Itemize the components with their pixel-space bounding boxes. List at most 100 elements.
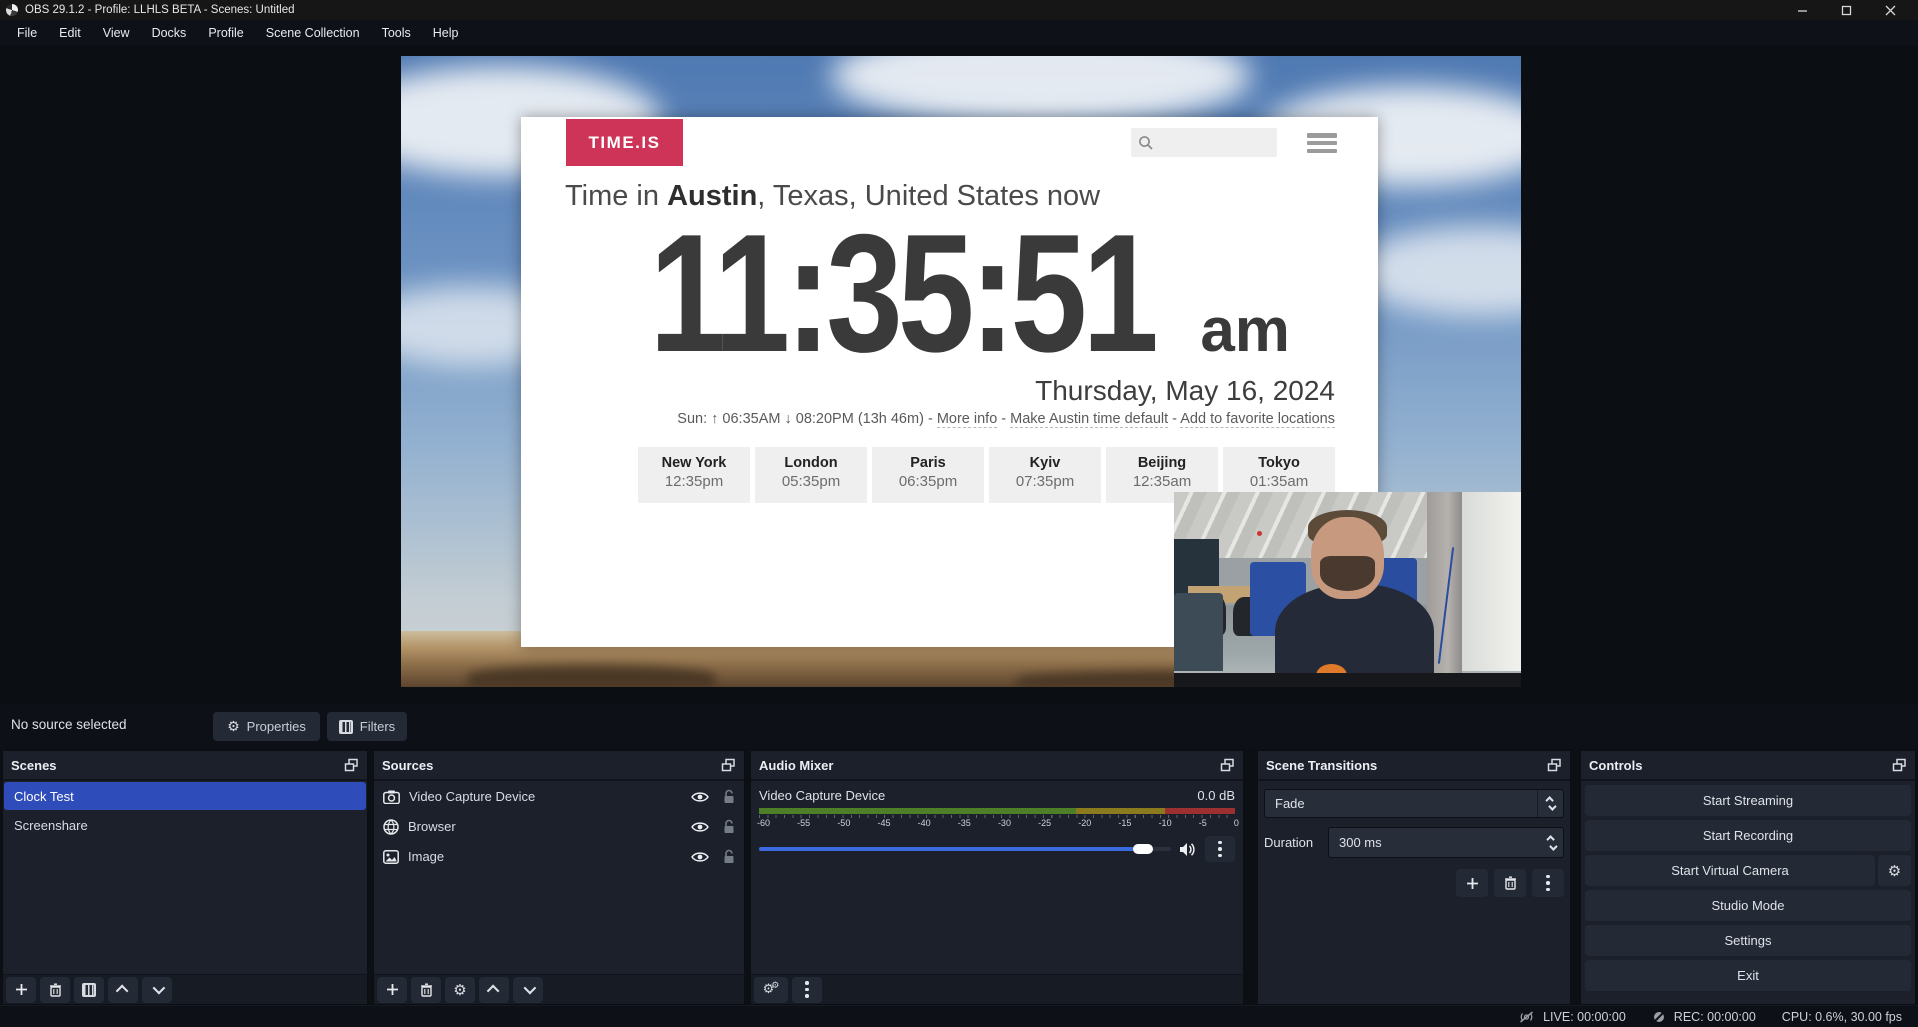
menu-help[interactable]: Help — [422, 20, 470, 47]
source-item-image[interactable]: Image — [375, 842, 743, 871]
source-up-button[interactable] — [479, 977, 509, 1003]
speaker-icon[interactable] — [1179, 842, 1197, 857]
clock-time: 11:35:51 — [650, 209, 1154, 377]
start-virtual-camera-button[interactable]: Start Virtual Camera — [1585, 855, 1875, 886]
visibility-eye-icon[interactable] — [691, 791, 709, 803]
make-default-link[interactable]: Make Austin time default — [1010, 411, 1168, 428]
add-transition-button[interactable] — [1456, 869, 1488, 897]
popout-icon[interactable] — [1892, 758, 1907, 773]
site-logo[interactable]: TIME.IS — [566, 119, 683, 166]
studio-mode-button[interactable]: Studio Mode — [1585, 890, 1911, 921]
desert-shadow — [468, 665, 714, 687]
mixer-channel-label: Video Capture Device — [759, 788, 885, 803]
popout-icon[interactable] — [1547, 758, 1562, 773]
chevron-down-icon — [523, 982, 536, 995]
more-info-link[interactable]: More info — [937, 411, 997, 428]
scene-filters-button[interactable] — [74, 977, 104, 1003]
window-title: OBS 29.1.2 - Profile: LLHLS BETA - Scene… — [25, 4, 295, 16]
kebab-icon — [1218, 841, 1222, 858]
transitions-body: Fade Duration 300 ms — [1258, 781, 1570, 1004]
transitions-header[interactable]: Scene Transitions — [1258, 751, 1570, 781]
lock-open-icon[interactable] — [723, 789, 735, 804]
remove-transition-button[interactable] — [1494, 869, 1526, 897]
filters-button[interactable]: Filters — [327, 712, 407, 741]
visibility-eye-icon[interactable] — [691, 851, 709, 863]
scene-item-clock-test[interactable]: Clock Test — [4, 782, 366, 810]
menu-profile[interactable]: Profile — [197, 20, 254, 47]
transition-select[interactable]: Fade — [1264, 789, 1564, 818]
menu-tools[interactable]: Tools — [371, 20, 422, 47]
cpu-status: CPU: 0.6%, 30.00 fps — [1782, 1010, 1902, 1024]
audio-mixer-header[interactable]: Audio Mixer — [751, 751, 1243, 781]
lock-open-icon[interactable] — [723, 849, 735, 864]
menu-view[interactable]: View — [92, 20, 141, 47]
maximize-button[interactable] — [1824, 0, 1868, 20]
preview-canvas[interactable]: TIME.IS Time in Austin, Texas, United St… — [0, 47, 1918, 705]
popout-icon[interactable] — [344, 758, 359, 773]
popout-icon[interactable] — [1220, 758, 1235, 773]
settings-button[interactable]: Settings — [1585, 925, 1911, 956]
gear-icon: ⚙ — [227, 719, 240, 735]
mixer-body: Video Capture Device 0.0 dB -60-55-50-45… — [751, 781, 1243, 974]
source-item-browser[interactable]: Browser — [375, 812, 743, 841]
live-status: LIVE: 00:00:00 — [1518, 1010, 1626, 1024]
menu-edit[interactable]: Edit — [48, 20, 92, 47]
visibility-eye-icon[interactable] — [691, 821, 709, 833]
exit-button[interactable]: Exit — [1585, 960, 1911, 991]
titlebar[interactable]: OBS 29.1.2 - Profile: LLHLS BETA - Scene… — [0, 0, 1918, 20]
menu-icon[interactable] — [1307, 133, 1337, 153]
scene-down-button[interactable] — [142, 977, 172, 1003]
mixer-toolbar: ⚙⚙ — [751, 974, 1243, 1004]
duration-input[interactable]: 300 ms — [1328, 827, 1564, 858]
advanced-audio-button[interactable]: ⚙⚙ — [754, 977, 788, 1003]
lock-open-icon[interactable] — [723, 819, 735, 834]
rec-status: REC: 00:00:00 — [1652, 1010, 1756, 1024]
chevron-up-icon — [486, 985, 499, 998]
minimize-button[interactable] — [1780, 0, 1824, 20]
kebab-icon — [1546, 875, 1550, 892]
scenes-panel: Scenes Clock Test Screenshare — [2, 750, 368, 1005]
obs-logo-icon — [6, 4, 18, 16]
add-source-button[interactable] — [377, 977, 407, 1003]
properties-button[interactable]: ⚙ Properties — [213, 712, 320, 741]
city-newyork[interactable]: New York12:35pm — [638, 447, 750, 503]
remove-source-button[interactable] — [411, 977, 441, 1003]
mixer-menu-button[interactable] — [792, 977, 822, 1003]
menu-file[interactable]: File — [6, 20, 48, 47]
volume-slider-handle[interactable] — [1133, 844, 1153, 854]
sun-info: Sun: ↑ 06:35AM ↓ 08:20PM (13h 46m) - Mor… — [677, 411, 1335, 427]
add-favorite-link[interactable]: Add to favorite locations — [1180, 411, 1335, 428]
gear-icon: ⚙ — [1888, 862, 1901, 880]
no-source-label: No source selected — [11, 717, 127, 732]
image-icon — [383, 850, 399, 864]
scenes-header[interactable]: Scenes — [3, 751, 367, 781]
controls-body: Start Streaming Start Recording Start Vi… — [1581, 781, 1915, 1004]
city-london[interactable]: London05:35pm — [755, 447, 867, 503]
start-streaming-button[interactable]: Start Streaming — [1585, 785, 1911, 816]
transition-menu-button[interactable] — [1532, 869, 1564, 897]
scene-up-button[interactable] — [108, 977, 138, 1003]
close-button[interactable] — [1868, 0, 1912, 20]
source-down-button[interactable] — [513, 977, 543, 1003]
city-kyiv[interactable]: Kyiv07:35pm — [989, 447, 1101, 503]
sources-header[interactable]: Sources — [374, 751, 744, 781]
search-icon — [1137, 134, 1155, 152]
source-item-video-capture[interactable]: Video Capture Device — [375, 782, 743, 811]
webcam-overlay[interactable] — [1174, 492, 1521, 687]
remove-scene-button[interactable] — [40, 977, 70, 1003]
menu-docks[interactable]: Docks — [141, 20, 198, 47]
controls-header[interactable]: Controls — [1581, 751, 1915, 781]
search-input[interactable] — [1131, 128, 1277, 157]
desk-edge — [1174, 673, 1521, 687]
start-recording-button[interactable]: Start Recording — [1585, 820, 1911, 851]
program-video[interactable]: TIME.IS Time in Austin, Texas, United St… — [401, 56, 1521, 687]
popout-icon[interactable] — [721, 758, 736, 773]
scene-item-screenshare[interactable]: Screenshare — [4, 811, 366, 839]
menu-scene-collection[interactable]: Scene Collection — [255, 20, 371, 47]
add-scene-button[interactable] — [6, 977, 36, 1003]
source-properties-button[interactable]: ⚙ — [445, 977, 475, 1003]
virtual-camera-config-button[interactable]: ⚙ — [1878, 855, 1911, 886]
city-paris[interactable]: Paris06:35pm — [872, 447, 984, 503]
volume-slider[interactable] — [759, 847, 1171, 851]
mixer-channel-menu-button[interactable] — [1205, 836, 1235, 862]
